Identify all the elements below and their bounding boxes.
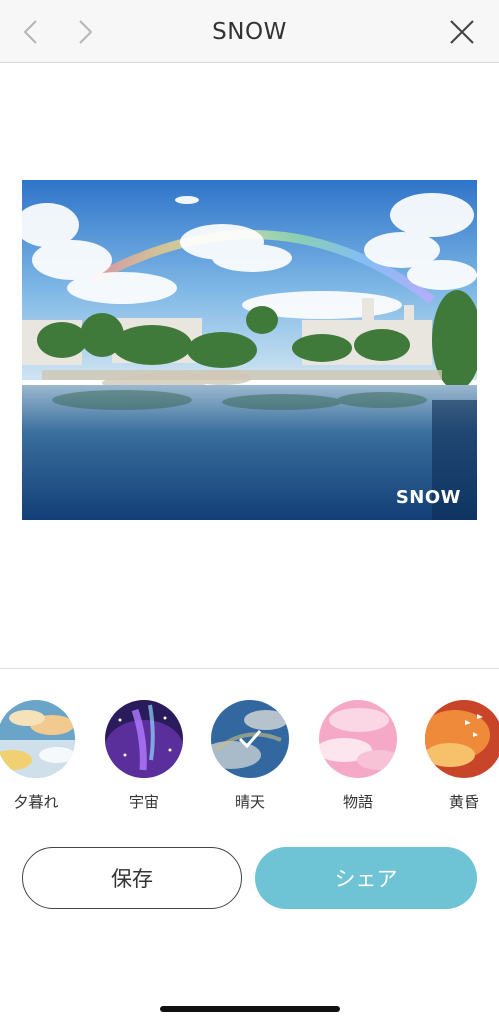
filter-label: 夕暮れ	[13, 793, 59, 811]
filter-label: 晴天	[234, 793, 265, 811]
filter-item-seiten[interactable]: 晴天	[200, 700, 300, 812]
filter-thumbnail	[319, 700, 397, 778]
close-icon	[450, 20, 474, 44]
photo-image	[22, 180, 477, 520]
snow-watermark: SNOW	[395, 487, 461, 508]
filter-thumbnail	[425, 700, 499, 778]
editor-screen: SNOW SNOW 夕暮れ 宇宙 晴天 物語 黄昏 保存 シェア	[0, 0, 499, 1024]
chevron-right-icon	[79, 20, 93, 44]
chevron-left-icon	[23, 20, 37, 44]
filter-label: 物語	[342, 793, 373, 811]
close-button[interactable]	[442, 12, 482, 52]
filter-label: 黄昏	[448, 793, 479, 811]
photo-preview: SNOW	[22, 180, 477, 520]
back-button[interactable]	[12, 12, 52, 52]
filter-thumbnail	[211, 700, 289, 778]
filter-thumbnail	[105, 700, 183, 778]
filter-item-yugure[interactable]: 夕暮れ	[0, 700, 86, 812]
checkmark-icon	[238, 730, 262, 749]
filter-label: 宇宙	[128, 793, 159, 811]
filter-strip[interactable]: 夕暮れ 宇宙 晴天 物語 黄昏	[0, 670, 499, 820]
home-indicator	[160, 1006, 340, 1012]
save-button[interactable]: 保存	[22, 847, 242, 909]
filter-item-monogatari[interactable]: 物語	[308, 700, 408, 812]
filter-thumbnail	[0, 700, 75, 778]
selected-check	[211, 700, 289, 778]
filter-item-tasogare[interactable]: 黄昏	[414, 700, 499, 812]
filter-item-uchu[interactable]: 宇宙	[94, 700, 194, 812]
nav-bar: SNOW	[0, 0, 499, 63]
forward-button[interactable]	[64, 12, 104, 52]
share-button[interactable]: シェア	[255, 847, 477, 909]
divider	[0, 668, 499, 669]
